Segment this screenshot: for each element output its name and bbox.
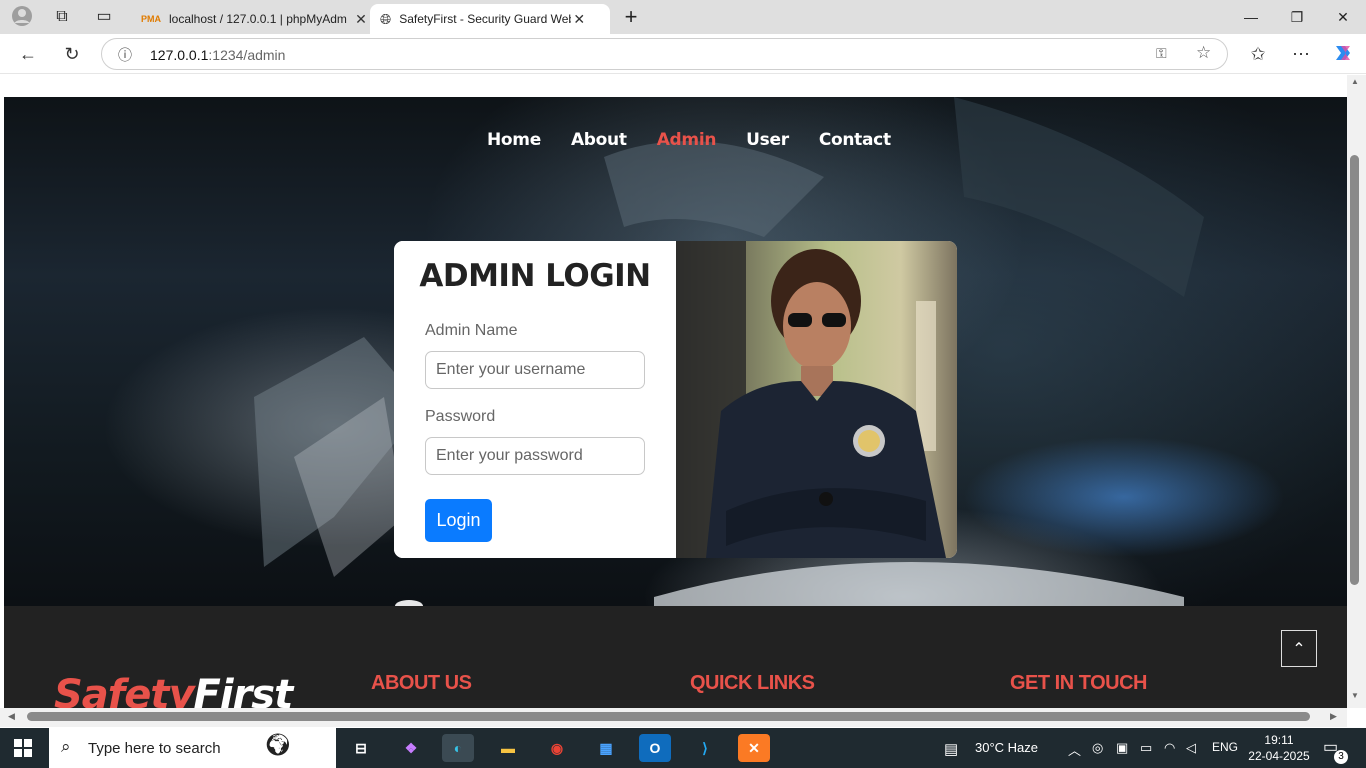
password-label: Password (425, 408, 496, 425)
tray-chevron-up-icon[interactable]: ︿ (1068, 740, 1081, 759)
security-guard-photo (676, 241, 957, 558)
nav-home[interactable]: Home (487, 130, 541, 150)
nav-user[interactable]: User (746, 130, 789, 150)
browser-tab-strip: ⧉ ▭ PMA localhost / 127.0.0.1 | phpMyAdm… (0, 0, 1366, 34)
clock-time: 19:11 (1264, 733, 1294, 747)
taskbar-search-box[interactable]: ⌕ Type here to search 🌍︎ (49, 728, 336, 768)
search-placeholder: Type here to search (88, 740, 221, 757)
address-bar[interactable]: ⓘ 127.0.0.1:1234/admin ⚿ ☆ (101, 38, 1228, 70)
footer-heading-about: ABOUT US (371, 672, 472, 694)
workspaces-icon[interactable]: ⧉ (50, 5, 74, 29)
store-app-icon[interactable]: ▦ (590, 734, 622, 762)
admin-name-label: Admin Name (425, 322, 518, 339)
footer-heading-quick-links: QUICK LINKS (690, 672, 815, 694)
phpmyadmin-favicon-icon: PMA (141, 14, 161, 24)
windows-start-icon[interactable] (14, 739, 32, 762)
xampp-app-icon[interactable]: ✕ (738, 734, 770, 762)
tab-title: localhost / 127.0.0.1 | phpMyAdm (169, 12, 347, 26)
favorites-icon[interactable]: ✩ (1246, 42, 1270, 66)
new-tab-icon[interactable]: + (619, 5, 643, 29)
horizontal-scrollbar[interactable]: ◀ ▶ (0, 708, 1347, 727)
tab-title: SafetyFirst - Security Guard Websi (399, 12, 572, 26)
meet-icon[interactable]: ◎ (1092, 740, 1103, 756)
nav-about[interactable]: About (571, 130, 627, 150)
tab-safetyfirst[interactable]: 🌐︎ SafetyFirst - Security Guard Websi ✕ (370, 4, 610, 34)
weather-text[interactable]: 30°C Haze (975, 740, 1038, 755)
main-navigation: Home About Admin User Contact (487, 130, 921, 150)
key-icon[interactable]: ⚿ (1156, 45, 1167, 62)
clock[interactable]: 19:11 22-04-2025 (1244, 732, 1314, 764)
login-form: ADMIN LOGIN Admin Name Password Login (394, 241, 676, 558)
language-indicator[interactable]: ENG (1212, 740, 1238, 754)
globe-icon: 🌐︎ (380, 10, 392, 27)
login-button[interactable]: Login (425, 499, 492, 542)
back-icon[interactable]: ← (16, 42, 40, 66)
admin-name-input[interactable] (425, 351, 645, 389)
browser-toolbar: ← ↻ ⓘ 127.0.0.1:1234/admin ⚿ ☆ ✩ ⋯ (0, 34, 1366, 74)
notification-count-badge: 3 (1334, 750, 1348, 764)
nav-admin[interactable]: Admin (657, 130, 717, 150)
vertical-scrollbar[interactable]: ▲ ▼ (1347, 75, 1366, 708)
back-to-top-button[interactable]: ⌃ (1281, 630, 1317, 667)
nav-contact[interactable]: Contact (819, 130, 891, 150)
scroll-down-icon[interactable]: ▼ (1351, 691, 1359, 700)
minimize-icon[interactable]: — (1228, 0, 1274, 34)
url-path: :1234/admin (208, 47, 286, 63)
copilot-icon[interactable] (1331, 42, 1355, 66)
chrome-app-icon[interactable]: ◉ (541, 734, 573, 762)
password-input[interactable] (425, 437, 645, 475)
close-window-icon[interactable]: ✕ (1320, 0, 1366, 34)
outlook-app-icon[interactable]: O (639, 734, 671, 762)
page-top-strip (4, 75, 1347, 97)
favorite-star-icon[interactable]: ☆ (1196, 43, 1211, 63)
close-tab-icon[interactable]: ✕ (353, 11, 369, 28)
horizontal-scroll-thumb[interactable] (27, 712, 1310, 721)
vertical-scroll-thumb[interactable] (1350, 155, 1359, 585)
file-explorer-icon[interactable]: ▬ (492, 734, 524, 762)
search-icon: ⌕ (61, 737, 71, 756)
guard-illustration (676, 241, 946, 558)
tab-actions-icon[interactable]: ▭ (92, 5, 116, 29)
more-menu-icon[interactable]: ⋯ (1289, 42, 1313, 66)
url-host: 127.0.0.1 (150, 47, 209, 63)
tab-phpmyadmin[interactable]: PMA localhost / 127.0.0.1 | phpMyAdm ✕ (131, 4, 369, 34)
double-chevron-up-icon: ⌃ (1292, 641, 1306, 658)
page-viewport: Home About Admin User Contact ADMIN LOGI… (0, 75, 1366, 727)
close-tab-icon[interactable]: ✕ (571, 11, 587, 28)
tray-app-icon[interactable]: ▣ (1116, 740, 1128, 756)
task-view-icon[interactable]: ⊟ (345, 734, 377, 762)
copilot-app-icon[interactable]: ❖ (395, 734, 427, 762)
login-title: ADMIN LOGIN (419, 258, 651, 294)
wifi-icon[interactable]: ◠ (1164, 740, 1175, 756)
edge-app-icon[interactable]: ◐ (442, 734, 474, 762)
scroll-up-icon[interactable]: ▲ (1351, 77, 1359, 86)
restore-icon[interactable]: ❐ (1274, 0, 1320, 34)
weather-globe-icon: 🌍︎ (264, 732, 292, 757)
url-text: 127.0.0.1:1234/admin (150, 47, 285, 63)
volume-icon[interactable]: ◁ (1186, 740, 1196, 756)
weather-icon[interactable]: ▤ (944, 740, 958, 758)
scroll-left-icon[interactable]: ◀ (8, 711, 15, 722)
refresh-icon[interactable]: ↻ (60, 42, 84, 66)
hero-section: Home About Admin User Contact ADMIN LOGI… (4, 97, 1347, 606)
scroll-right-icon[interactable]: ▶ (1330, 711, 1337, 722)
vscode-app-icon[interactable]: ⟩ (689, 734, 721, 762)
clock-date: 22-04-2025 (1248, 749, 1310, 763)
admin-login-card: ADMIN LOGIN Admin Name Password Login (394, 241, 957, 558)
battery-icon[interactable]: ▭ (1140, 740, 1152, 756)
footer-heading-contact: GET IN TOUCH (1010, 672, 1147, 694)
windows-taskbar: ⌕ Type here to search 🌍︎ ⊟ ❖ ◐ ▬ ◉ ▦ O ⟩… (0, 728, 1366, 768)
profile-icon[interactable] (10, 5, 34, 29)
site-info-icon[interactable]: ⓘ (118, 45, 132, 65)
